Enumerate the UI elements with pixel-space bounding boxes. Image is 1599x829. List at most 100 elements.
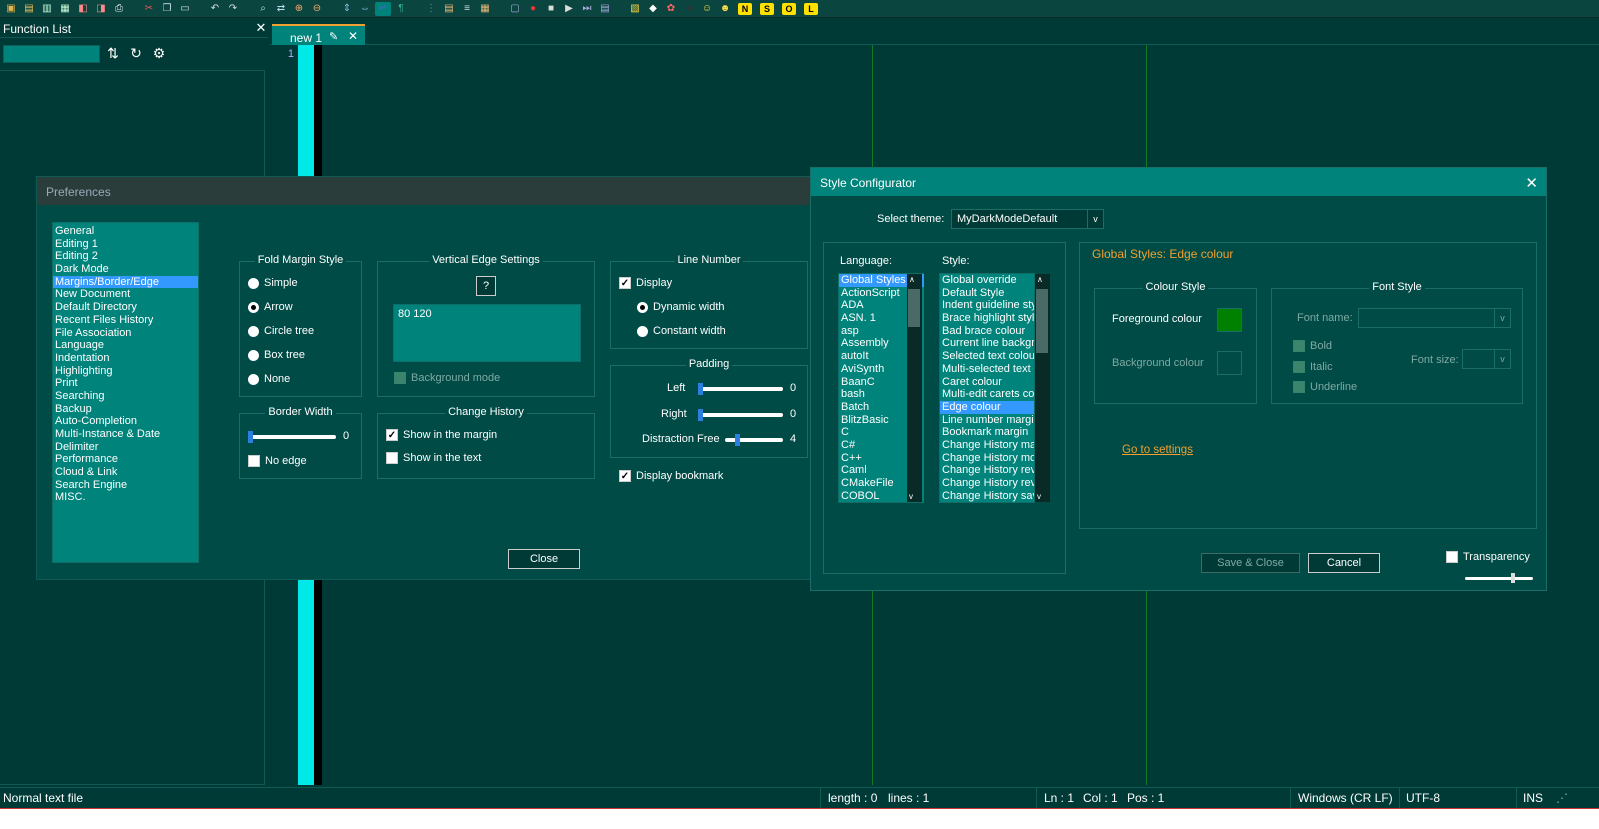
letter-s-icon[interactable]: S [760, 2, 774, 15]
no-edge-checkbox[interactable]: No edge [248, 455, 307, 467]
redo-icon[interactable]: ↷ [225, 2, 241, 16]
padding-left-slider[interactable] [698, 383, 783, 395]
resize-grip-icon[interactable]: ⋰ [1556, 791, 1568, 805]
style-item[interactable]: Change History mar [940, 439, 1034, 452]
go-to-settings-link[interactable]: Go to settings [1122, 444, 1193, 456]
word-wrap-icon[interactable]: ↵ [375, 1, 391, 16]
chevron-down-icon[interactable]: v [909, 492, 913, 501]
chevron-up-icon[interactable]: ∧ [909, 275, 915, 284]
style-item[interactable]: Indent guideline sty [940, 299, 1034, 312]
background-mode-checkbox[interactable]: Background mode [394, 372, 500, 384]
zoom-out-icon[interactable]: ⊖ [309, 2, 325, 16]
category-item[interactable]: Highlighting [53, 365, 198, 378]
category-item[interactable]: Auto-Completion [53, 415, 198, 428]
status-encoding[interactable]: UTF-8 [1406, 791, 1440, 805]
style-item[interactable]: Default Style [940, 287, 1034, 300]
chevron-up-icon[interactable]: ∧ [1037, 275, 1043, 284]
replace-icon[interactable]: ⇄ [273, 2, 289, 16]
style-item[interactable]: Line number margin [940, 414, 1034, 427]
fold-style-radio[interactable]: Box tree [248, 349, 305, 361]
category-item[interactable]: Delimiter [53, 441, 198, 454]
style-item[interactable]: Selected text colour [940, 350, 1034, 363]
plugin-4-icon[interactable]: ● [681, 2, 697, 16]
category-item[interactable]: File Association [53, 327, 198, 340]
plugin-2-icon[interactable]: ◆ [645, 2, 661, 16]
border-width-slider[interactable] [248, 431, 336, 443]
plugin-3-icon[interactable]: ✿ [663, 2, 679, 16]
plugin-6-icon[interactable]: ☻ [717, 2, 733, 16]
stop-macro-icon[interactable]: ■ [543, 2, 559, 16]
gear-icon[interactable]: ⚙ [150, 44, 168, 62]
close-icon[interactable]: ✕ [254, 21, 268, 35]
undo-icon[interactable]: ↶ [207, 2, 223, 16]
transparency-slider[interactable] [1465, 573, 1533, 583]
play-multi-icon[interactable]: ⏭ [579, 2, 595, 16]
style-item[interactable]: Caret colour [940, 376, 1034, 389]
print-icon[interactable]: ⎙ [111, 2, 127, 16]
chevron-down-icon[interactable]: v [1037, 492, 1041, 501]
category-item[interactable]: Backup [53, 403, 198, 416]
padding-right-slider[interactable] [698, 409, 783, 421]
dynamic-width-radio[interactable]: Dynamic width [637, 301, 725, 313]
help-button[interactable]: ? [476, 276, 496, 296]
display-bookmark-checkbox[interactable]: ✓ Display bookmark [619, 470, 723, 482]
category-item[interactable]: Editing 2 [53, 250, 198, 263]
plugin-5-icon[interactable]: ☺ [699, 2, 715, 16]
function-list-icon[interactable]: ≡ [459, 2, 475, 16]
folder-workspace-icon[interactable]: ▦ [477, 2, 493, 16]
category-item[interactable]: Search Engine [53, 479, 198, 492]
category-item[interactable]: New Document [53, 288, 198, 301]
show-in-text-checkbox[interactable]: Show in the text [386, 452, 481, 464]
indent-guide-icon[interactable]: ⋮ [423, 2, 439, 16]
close-all-icon[interactable]: ◨ [93, 2, 109, 16]
style-scrollbar[interactable]: ∧ v [1035, 274, 1050, 502]
status-insert-mode[interactable]: INS [1523, 791, 1543, 805]
copy-icon[interactable]: ❐ [159, 2, 175, 16]
style-item[interactable]: Bad brace colour [940, 325, 1034, 338]
category-item[interactable]: Default Directory [53, 301, 198, 314]
style-item[interactable]: Change History mod [940, 452, 1034, 465]
play-macro-icon[interactable]: ▶ [561, 2, 577, 16]
constant-width-radio[interactable]: Constant width [637, 325, 726, 337]
sync-horizontal-icon[interactable]: ⇔ [357, 2, 373, 16]
transparency-checkbox[interactable]: Transparency [1446, 551, 1530, 563]
category-item[interactable]: Recent Files History [53, 314, 198, 327]
category-item[interactable]: MISC. [53, 491, 198, 504]
fold-style-radio[interactable]: Simple [248, 277, 298, 289]
category-item[interactable]: Performance [53, 453, 198, 466]
category-item[interactable]: Multi-Instance & Date [53, 428, 198, 441]
category-item[interactable]: General [53, 225, 198, 238]
category-item[interactable]: Print [53, 377, 198, 390]
style-item[interactable]: Global override [940, 274, 1034, 287]
style-item[interactable]: Multi-selected text c [940, 363, 1034, 376]
tab-new-1[interactable]: new 1 ✎ ✕ [272, 24, 365, 46]
close-icon[interactable]: ✕ [1525, 174, 1538, 192]
close-button[interactable]: Close [508, 549, 580, 569]
category-item[interactable]: Searching [53, 390, 198, 403]
cut-icon[interactable]: ✂ [141, 2, 157, 16]
style-item[interactable]: Edge colour [940, 400, 1034, 414]
style-item[interactable]: Multi-edit carets col [940, 388, 1034, 401]
letter-o-icon[interactable]: O [782, 2, 796, 15]
style-item[interactable]: Change History rev [940, 477, 1034, 490]
new-file-icon[interactable]: ▣ [3, 2, 19, 16]
category-item[interactable]: Margins/Border/Edge [53, 275, 198, 289]
paste-icon[interactable]: ▭ [177, 2, 193, 16]
save-macro-icon[interactable]: ▤ [597, 2, 613, 16]
cancel-button[interactable]: Cancel [1308, 553, 1380, 573]
open-file-icon[interactable]: ▤ [21, 2, 37, 16]
fold-style-radio[interactable]: None [248, 373, 290, 385]
sync-vertical-icon[interactable]: ⇕ [339, 2, 355, 16]
category-list[interactable]: General Editing 1 Editing 2 Dark Mode Margin… [52, 222, 199, 563]
fold-style-radio[interactable]: Arrow [248, 301, 293, 313]
style-item[interactable]: Bookmark margin [940, 426, 1034, 439]
style-item[interactable]: Change History rev [940, 464, 1034, 477]
category-item[interactable]: Language [53, 339, 198, 352]
zoom-in-icon[interactable]: ⊕ [291, 2, 307, 16]
display-line-number-checkbox[interactable]: ✓ Display [619, 277, 672, 289]
style-item[interactable]: Current line backgr [940, 337, 1034, 350]
foreground-colour-swatch[interactable] [1217, 308, 1242, 332]
style-list[interactable]: Global override Default Style Indent guide… [939, 273, 1035, 503]
find-icon[interactable]: ⌕ [255, 2, 271, 16]
close-icon[interactable]: ◧ [75, 2, 91, 16]
